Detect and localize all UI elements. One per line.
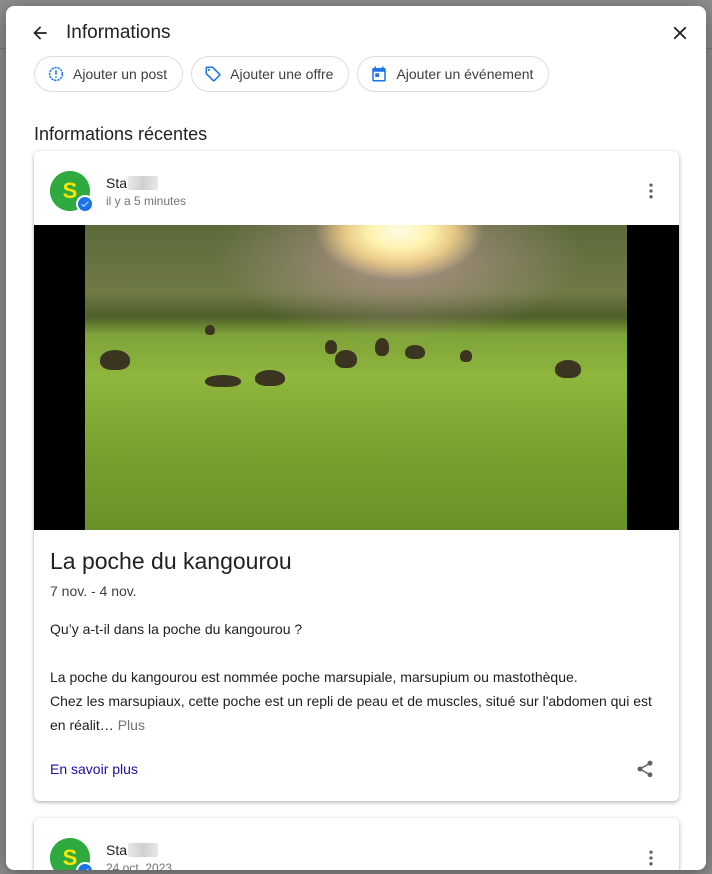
recent-section-title: Informations récentes [34,124,208,144]
redacted-text [128,842,159,857]
back-button[interactable] [28,21,52,45]
post-time: il y a 5 minutes [106,193,187,208]
tag-icon [205,66,221,82]
post-card: S Sta 24 oct. 2023 [34,818,679,870]
post-image[interactable] [34,225,679,530]
post-author: Sta [106,842,639,858]
redacted-text [128,175,159,190]
add-event-chip[interactable]: Ajouter un événement [357,56,550,92]
post-footer: En savoir plus [34,737,679,801]
kangaroos-photo [85,225,627,530]
alert-circle-icon [48,66,64,82]
add-event-label: Ajouter un événement [396,66,534,82]
more-vert-icon [649,183,653,199]
informations-dialog: Informations Ajouter un post Ajouter une… [6,6,706,870]
post-date-range: 7 nov. - 4 nov. [50,583,137,599]
post-title: La poche du kangourou [50,548,292,574]
avatar[interactable]: S [50,838,94,870]
author-name: Sta [106,841,128,858]
svg-text:S: S [63,845,78,870]
post-author: Sta [106,175,639,191]
post-paragraph: Chez les marsupiaux, cette poche est un … [50,689,663,737]
post-time: 24 oct. 2023 [106,860,173,871]
dialog-title: Informations [66,22,171,43]
author-name: Sta [106,174,128,191]
learn-more-link[interactable]: En savoir plus [50,761,138,777]
post-paragraph: La poche du kangourou est nommée poche m… [50,669,578,685]
dialog-header: Informations [6,6,706,60]
share-button[interactable] [633,757,657,781]
verified-badge-icon [76,195,94,213]
more-text-link[interactable]: Plus [118,717,145,733]
action-chips: Ajouter un post Ajouter une offre Ajoute… [6,56,706,92]
post-author-block: Sta il y a 5 minutes [106,175,639,208]
more-vert-icon [649,850,653,866]
post-card: S Sta il y a 5 minutes La poche du kango… [34,151,679,801]
add-offer-label: Ajouter une offre [230,66,334,82]
post-paragraph: Qu’y a-t-il dans la poche du kangourou ? [50,621,303,637]
svg-text:S: S [63,178,78,203]
add-post-chip[interactable]: Ajouter un post [34,56,184,92]
more-options-button[interactable] [639,179,663,203]
share-icon [637,760,653,778]
close-icon [673,26,687,40]
post-header: S Sta 24 oct. 2023 [34,818,679,870]
more-options-button[interactable] [639,846,663,870]
add-offer-chip[interactable]: Ajouter une offre [191,56,350,92]
post-author-block: Sta 24 oct. 2023 [106,842,639,871]
calendar-icon [372,66,387,82]
post-header: S Sta il y a 5 minutes [34,151,679,225]
post-text: Qu’y a-t-il dans la poche du kangourou ?… [50,617,663,737]
close-button[interactable] [668,21,692,45]
verified-badge-icon [76,862,94,870]
avatar[interactable]: S [50,171,94,213]
arrow-back-icon [33,26,47,40]
post-content: La poche du kangourou 7 nov. - 4 nov. Qu… [34,530,679,737]
add-post-label: Ajouter un post [73,66,168,82]
